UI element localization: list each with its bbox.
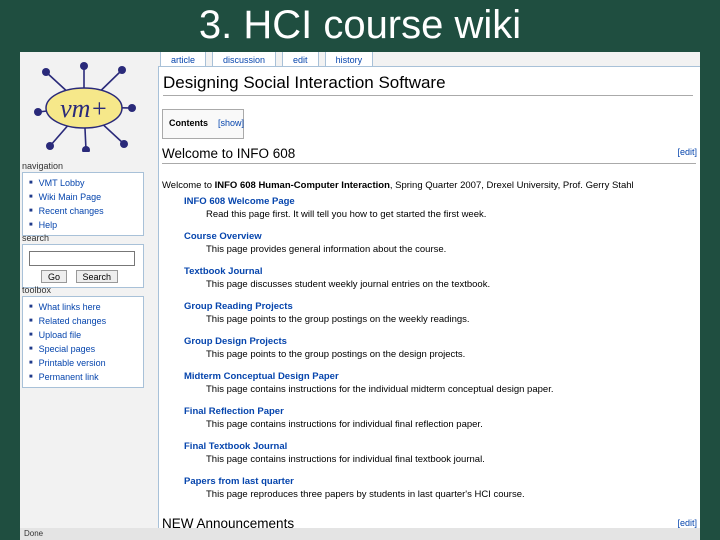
toolbox-related-changes[interactable]: Related changes [29,314,143,328]
logo-text: vm+ [60,94,108,123]
link-course-overview[interactable]: Course Overview [184,230,553,243]
toolbox-what-links-here[interactable]: What links here [29,300,143,314]
navigation-portlet: VMT Lobby Wiki Main Page Recent changes … [22,172,144,236]
list-item: Group Reading Projects This page points … [184,300,553,335]
toc-label: Contents [169,118,208,128]
browser-status-bar: Done [20,528,700,540]
search-button[interactable]: Search [75,270,119,283]
search-input[interactable] [29,251,135,266]
navigation-title: navigation [22,161,64,171]
toolbox-printable-version[interactable]: Printable version [29,356,143,370]
link-group-design-projects[interactable]: Group Design Projects [184,335,553,348]
course-links: INFO 608 Welcome Page Read this page fir… [184,195,553,510]
tab-edit[interactable]: edit [282,52,319,67]
list-item: Textbook Journal This page discusses stu… [184,265,553,300]
search-portlet: Go Search [22,244,144,288]
list-item: Midterm Conceptual Design Paper This pag… [184,370,553,405]
link-group-reading-projects[interactable]: Group Reading Projects [184,300,553,313]
status-text: Done [24,529,44,538]
link-description: This page discusses student weekly journ… [206,279,491,290]
intro-text: Welcome to INFO 608 Human-Computer Inter… [162,180,634,191]
tab-article[interactable]: article [160,52,207,67]
toc-show-link[interactable]: [show] [218,118,244,128]
announcements-edit-link[interactable]: [edit] [677,518,697,528]
list-item: Final Textbook Journal This page contain… [184,440,553,475]
nav-item-vmt-lobby[interactable]: VMT Lobby [29,176,143,190]
welcome-edit-link[interactable]: [edit] [677,147,697,157]
link-midterm-paper[interactable]: Midterm Conceptual Design Paper [184,370,553,383]
article-content: Designing Social Interaction Software Co… [158,66,700,540]
link-final-textbook-journal[interactable]: Final Textbook Journal [184,440,553,453]
intro-prefix: Welcome to [162,180,215,191]
link-description: This page points to the group postings o… [206,314,470,325]
toolbox-special-pages[interactable]: Special pages [29,342,143,356]
nav-item-help[interactable]: Help [29,218,143,232]
list-item: Group Design Projects This page points t… [184,335,553,370]
toolbox-upload-file[interactable]: Upload file [29,328,143,342]
link-description: This page contains instructions for the … [206,384,554,395]
toolbox-title: toolbox [22,285,52,295]
link-description: Read this page first. It will tell you h… [206,209,487,220]
toolbox-portlet: What links here Related changes Upload f… [22,296,144,388]
link-welcome-page[interactable]: INFO 608 Welcome Page [184,195,553,208]
link-final-reflection-paper[interactable]: Final Reflection Paper [184,405,553,418]
list-item: Course Overview This page provides gener… [184,230,553,265]
tab-discussion[interactable]: discussion [212,52,277,67]
link-textbook-journal[interactable]: Textbook Journal [184,265,553,278]
welcome-heading-text: Welcome to INFO 608 [162,146,296,161]
link-description: This page points to the group postings o… [206,349,466,360]
welcome-heading: Welcome to INFO 608 [162,146,696,164]
slide-title: 3. HCI course wiki [198,3,522,47]
nav-item-recent-changes[interactable]: Recent changes [29,204,143,218]
link-description: This page contains instructions for indi… [206,454,485,465]
link-papers-last-quarter[interactable]: Papers from last quarter [184,475,553,488]
link-description: This page contains instructions for indi… [206,419,483,430]
link-description: This page provides general information a… [206,244,447,255]
search-buttons: Go Search [23,266,143,287]
tab-history[interactable]: history [324,52,374,67]
list-item: INFO 608 Welcome Page Read this page fir… [184,195,553,230]
toolbox-permanent-link[interactable]: Permanent link [29,370,143,384]
browser-window: article discussion edit history vm+ navi… [20,52,700,540]
page-title: Designing Social Interaction Software [163,73,693,96]
link-description: This page reproduces three papers by stu… [206,489,525,500]
list-item: Papers from last quarter This page repro… [184,475,553,510]
intro-suffix: , Spring Quarter 2007, Drexel University… [389,180,634,191]
vmt-logo[interactable]: vm+ [28,62,140,152]
intro-course-name: INFO 608 Human-Computer Interaction [214,180,390,191]
search-title: search [22,233,50,243]
nav-item-wiki-main-page[interactable]: Wiki Main Page [29,190,143,204]
table-of-contents: Contents [show] [162,109,244,139]
go-button[interactable]: Go [41,270,68,283]
list-item: Final Reflection Paper This page contain… [184,405,553,440]
